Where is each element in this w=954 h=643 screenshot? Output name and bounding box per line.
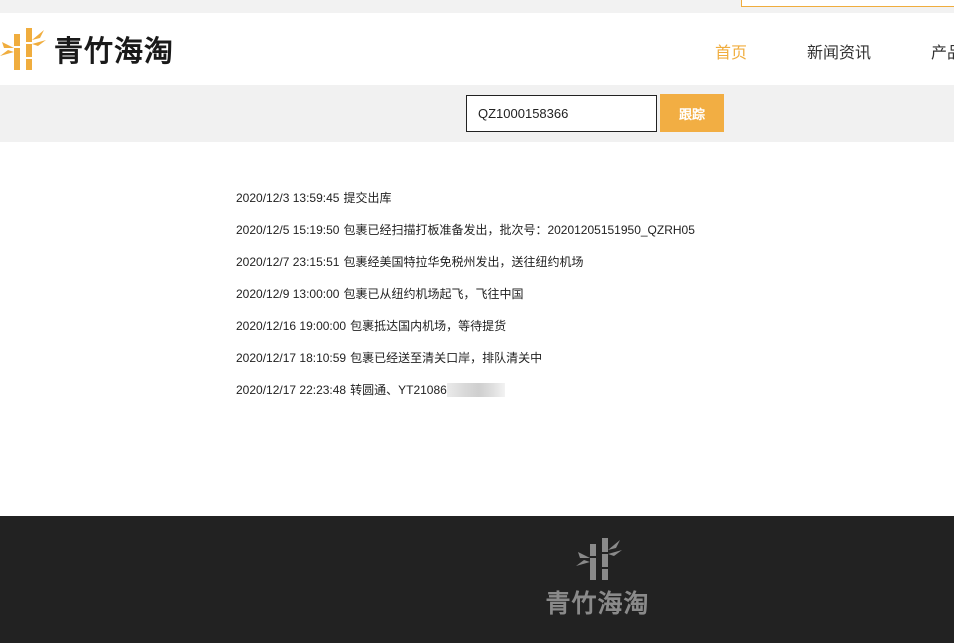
footer-logo: 青竹海淘 (530, 536, 665, 626)
top-strip-box[interactable] (741, 0, 954, 7)
page: 青竹海淘 首页 新闻资讯 产品 跟踪 2020/12/3 13:59:45提交出… (0, 0, 954, 643)
event-text: 包裹已从纽约机场起飞，飞往中国 (343, 287, 524, 301)
tracking-event: 2020/12/17 18:10:59 包裹已经送至清关口岸，排队清关中 (236, 350, 836, 382)
bamboo-icon (575, 538, 622, 580)
tracking-number-input[interactable] (466, 95, 657, 132)
tracking-event: 2020/12/3 13:59:45 提交出库 (236, 190, 836, 222)
site-header: 青竹海淘 首页 新闻资讯 产品 (0, 13, 954, 85)
event-time: 2020/12/5 15:19:50 (236, 223, 340, 237)
tracking-events-list: 2020/12/3 13:59:45 提交出库 2020/12/5 15:19:5… (236, 190, 836, 414)
tracking-event: 2020/12/9 13:00:00 包裹已从纽约机场起飞，飞往中国 (236, 286, 836, 318)
site-logo[interactable]: 青竹海淘 (0, 25, 190, 73)
event-text: 转圆通、YT21086 (350, 383, 447, 397)
event-text: 包裹已经扫描打板准备发出，批次号：20201205151950_QZRH05 (343, 223, 695, 237)
event-text: 提交出库 (343, 191, 392, 205)
event-time: 2020/12/17 18:10:59 (236, 351, 347, 365)
track-button[interactable]: 跟踪 (660, 94, 724, 132)
top-strip (0, 0, 954, 13)
site-footer: 青竹海淘 (0, 516, 954, 643)
event-time: 2020/12/7 23:15:51 (236, 255, 340, 269)
nav-item-news[interactable]: 新闻资讯 (807, 39, 871, 63)
event-time: 2020/12/3 13:59:45 (236, 191, 340, 205)
tracking-event: 2020/12/17 22:23:48 转圆通、YT21086 (236, 382, 836, 414)
event-text: 包裹已经送至清关口岸，排队清关中 (350, 351, 543, 365)
tracking-search-bar: 跟踪 (0, 85, 954, 142)
nav-item-home[interactable]: 首页 (715, 39, 747, 63)
nav-item-products[interactable]: 产品 (931, 39, 954, 63)
brand-name: 青竹海淘 (54, 34, 175, 68)
event-text: 包裹抵达国内机场，等待提货 (350, 319, 507, 333)
event-text: 包裹经美国特拉华免税州发出，送往纽约机场 (343, 255, 584, 269)
tracking-event: 2020/12/7 23:15:51 包裹经美国特拉华免税州发出，送往纽约机场 (236, 254, 836, 286)
event-time: 2020/12/17 22:23:48 (236, 383, 347, 397)
tracking-event: 2020/12/5 15:19:50 包裹已经扫描打板准备发出，批次号：20201… (236, 222, 836, 254)
footer-brand-name: 青竹海淘 (545, 589, 650, 618)
redacted-tracking-number (446, 382, 505, 397)
event-time: 2020/12/16 19:00:00 (236, 319, 347, 333)
event-time: 2020/12/9 13:00:00 (236, 287, 340, 301)
bamboo-icon (0, 28, 46, 70)
tracking-event: 2020/12/16 19:00:00 包裹抵达国内机场，等待提货 (236, 318, 836, 350)
